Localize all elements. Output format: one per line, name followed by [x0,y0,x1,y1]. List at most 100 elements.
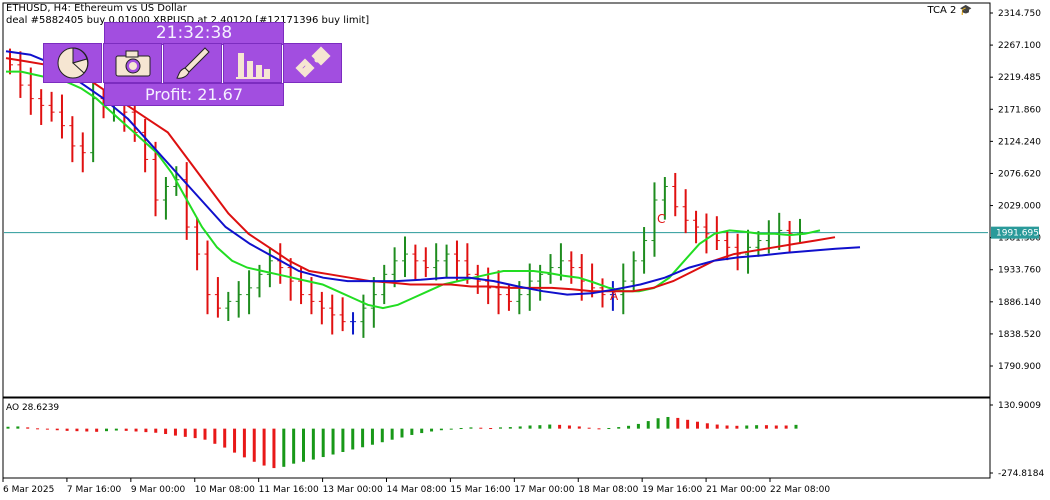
panel-toolbar [43,43,343,83]
ao-bar [114,428,118,431]
ao-bar [696,421,699,429]
ao-bar [252,428,256,462]
ao-bar [124,428,128,431]
ao-bar [479,427,483,429]
ao-bar [705,423,709,429]
indicator-label: TCA 2 🎓 [927,5,972,16]
ao-bar [16,426,20,429]
y-tick-label: 2219.485 [998,73,1041,83]
ao-bar [95,428,99,432]
ao-bar [361,428,365,448]
ao-bar [597,428,601,430]
ao-bar [538,425,542,429]
ao-bar [420,428,424,434]
ao-bar [341,428,345,452]
y-tick-label: 2029.000 [998,202,1041,212]
x-tick-label: 6 Mar 2025 [3,485,54,495]
y-tick-label: 1933.760 [998,266,1041,276]
ao-bar [390,428,394,440]
ao-bar [242,428,246,458]
ao-bar [292,428,296,464]
ao-bar [548,424,552,429]
x-tick-label: 22 Mar 08:00 [770,485,830,495]
ao-bar [154,428,158,433]
ao-bar [715,424,719,429]
ao-bar [302,428,305,462]
link-icon [294,46,331,78]
ao-bar [755,425,759,429]
brush-icon [175,47,210,79]
x-tick-label: 10 Mar 08:00 [195,485,255,495]
ao-bar [449,428,453,430]
marker-c: C [657,212,665,226]
ao-bar [518,426,522,429]
ao-bar [193,428,197,439]
ao-bar [262,428,266,466]
ao-bar [459,428,463,430]
ao-bar [410,428,414,435]
draw-button[interactable] [163,43,222,83]
ao-bar [528,425,532,429]
y-tick-label: 2267.100 [998,41,1041,51]
ao-bar [725,425,729,429]
pie-chart-button[interactable] [43,43,102,83]
ao-bar [282,428,286,467]
y-tick-label: 2076.620 [998,169,1041,179]
graduation-cap-icon: 🎓 [959,5,972,16]
ao-bar [774,425,778,429]
ao-bar [105,428,108,432]
ao-tick-label: 130.9009 [998,401,1041,411]
ao-bar [45,428,49,430]
ao-bar [85,428,89,432]
y-tick-label: 2171.860 [998,105,1041,115]
ao-bar [646,421,650,429]
ao-bar [499,427,502,429]
ao-bar [311,428,315,460]
y-tick-label: 2124.240 [998,137,1041,147]
clock-display: 21:32:38 [104,22,284,45]
x-tick-label: 13 Mar 00:00 [323,485,383,495]
ao-bar [676,417,680,429]
y-tick-label: 2314.750 [998,9,1041,19]
y-tick-label: 1886.140 [998,298,1041,308]
ao-bar [65,428,69,431]
profit-display: Profit: 21.67 [104,83,284,106]
x-tick-label: 18 Mar 08:00 [578,485,638,495]
camera-icon [115,50,150,77]
ao-bar [183,428,187,437]
ao-bar [577,426,581,429]
ao-bar [439,428,443,431]
bar-chart-icon [235,53,270,79]
ao-bar [331,428,335,455]
ao-indicator-label: AO 28.6239 [6,403,60,413]
ao-bar [745,425,749,429]
ao-bar [203,428,207,440]
ao-bar [567,425,571,429]
ao-bar [233,428,237,453]
ao-bar [735,425,739,429]
x-tick-label: 21 Mar 00:00 [706,485,766,495]
x-tick-label: 14 Mar 08:00 [387,485,447,495]
screenshot-button[interactable] [103,43,162,83]
ao-bar [36,428,40,430]
ao-bar [55,428,59,431]
ao-bar [430,428,434,432]
ao-bar [558,424,562,429]
ao-bar [666,416,670,429]
ao-bar [764,425,768,429]
link-button[interactable] [283,43,342,83]
ao-bar [508,427,512,429]
ao-bar [636,423,640,429]
x-tick-label: 15 Mar 16:00 [450,485,510,495]
ao-bar [607,428,611,430]
current-price-label: 1991.695 [996,229,1039,239]
ao-bar [213,428,217,444]
ao-bar [784,425,788,429]
ao-bar [617,427,621,429]
ao-bar [173,428,177,436]
ao-bar [6,426,10,429]
ao-bar [370,428,374,445]
ao-tick-label: -274.8184 [998,469,1044,479]
indicator-name: TCA 2 [927,5,957,16]
statistics-button[interactable] [223,43,282,83]
